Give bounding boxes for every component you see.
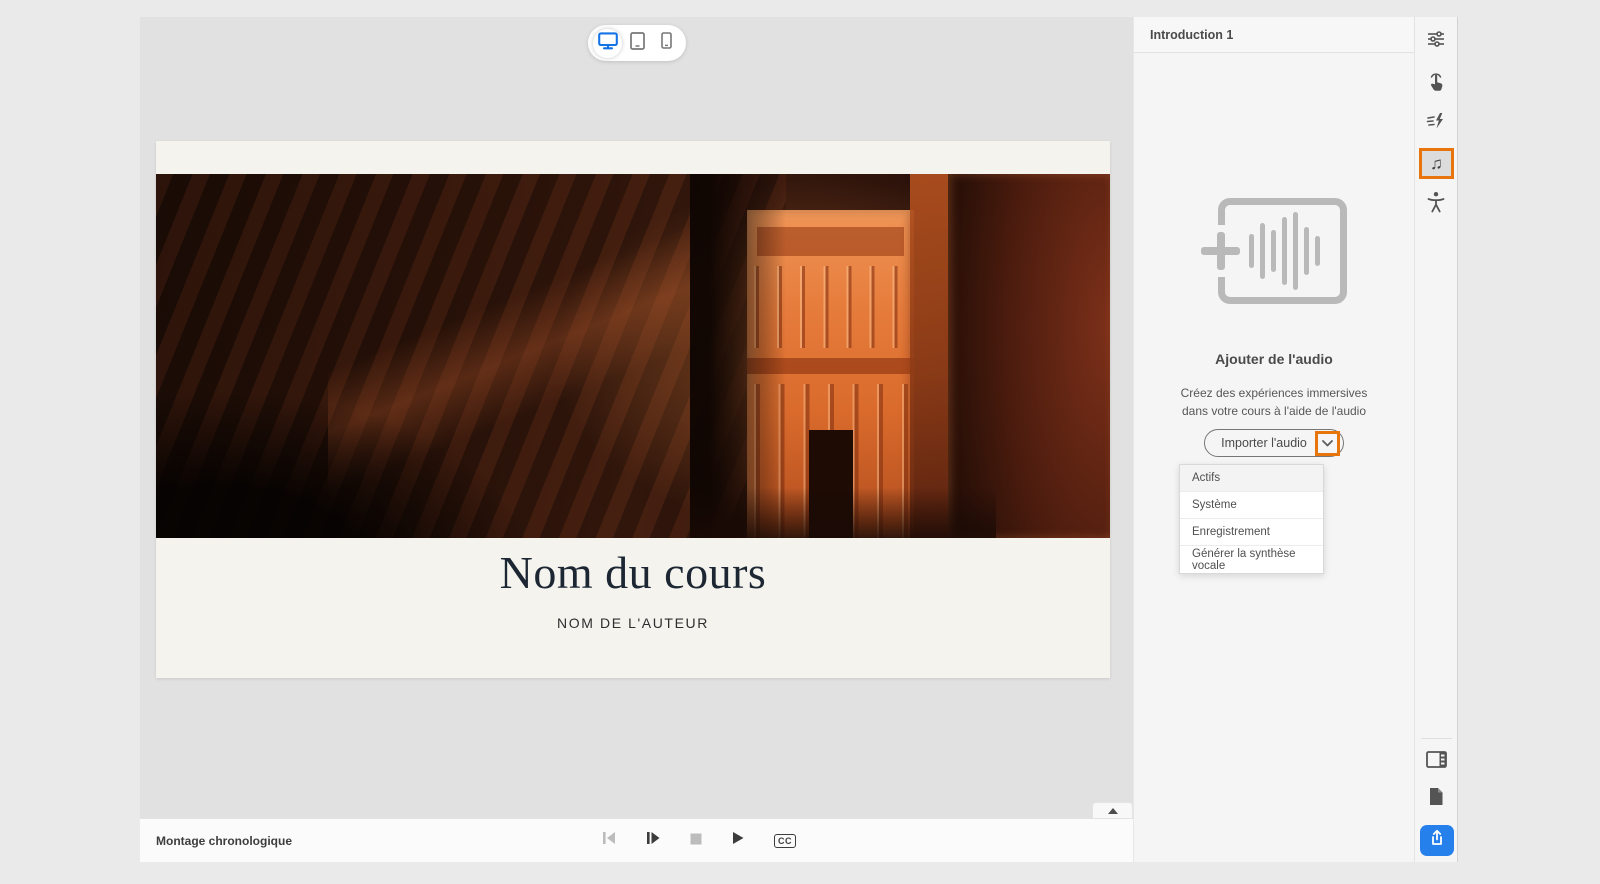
tablet-icon: [629, 31, 645, 55]
accessibility-tool-button[interactable]: [1415, 191, 1457, 218]
device-tablet-button[interactable]: [623, 29, 652, 58]
panel-header-title: Introduction 1: [1134, 17, 1414, 53]
preview-panel-button[interactable]: [1415, 751, 1457, 773]
interaction-hand-icon: [1426, 71, 1446, 98]
closed-captions-button[interactable]: CC: [774, 833, 796, 848]
tool-rail: ♫: [1414, 17, 1458, 862]
playback-controls: CC: [602, 819, 796, 862]
add-audio-title: Ajouter de l'audio: [1215, 351, 1333, 367]
interactions-tool-button[interactable]: [1415, 71, 1457, 98]
slide-preview[interactable]: Nom du cours NOM DE L'AUTEUR: [156, 141, 1110, 678]
notes-page-icon: [1428, 787, 1444, 811]
stop-button[interactable]: [690, 832, 702, 850]
sliders-icon: [1426, 30, 1446, 53]
course-title[interactable]: Nom du cours: [156, 546, 1110, 599]
music-note-icon: ♫: [1430, 154, 1443, 173]
animation-lightning-icon: [1426, 111, 1446, 136]
properties-panel: Introduction 1 Ajouter de l'audio Créez …: [1133, 17, 1414, 862]
canvas-area: Nom du cours NOM DE L'AUTEUR: [140, 17, 1133, 818]
step-forward-button[interactable]: [646, 831, 660, 850]
stop-icon: [690, 832, 702, 850]
add-audio-waveform-icon: [1201, 198, 1347, 304]
closed-captions-icon: CC: [774, 833, 796, 848]
share-button[interactable]: [1420, 825, 1454, 856]
timeline-label: Montage chronologique: [156, 833, 292, 848]
device-desktop-button[interactable]: [593, 28, 622, 58]
skip-back-icon: [602, 831, 616, 850]
step-forward-icon: [646, 831, 660, 850]
share-icon: [1428, 829, 1446, 852]
preview-panel-icon: [1425, 751, 1447, 773]
timeline-bar: Montage chronologique CC: [140, 818, 1133, 862]
menu-item-actifs[interactable]: Actifs: [1180, 465, 1323, 492]
add-audio-description: Créez des expériences immersives dans vo…: [1180, 386, 1368, 418]
play-button[interactable]: [732, 831, 744, 850]
rail-divider: [1421, 738, 1452, 739]
desktop-icon: [597, 31, 618, 55]
menu-item-enregistrement[interactable]: Enregistrement: [1180, 519, 1323, 546]
chevron-up-icon: [1107, 807, 1118, 814]
animations-tool-button[interactable]: [1415, 111, 1457, 136]
device-switcher: [588, 25, 686, 61]
import-audio-button[interactable]: Importer l'audio: [1204, 429, 1344, 457]
import-audio-menu: Actifs Système Enregistrement Générer la…: [1179, 464, 1324, 574]
notes-button[interactable]: [1415, 787, 1457, 811]
skip-back-button[interactable]: [602, 831, 616, 850]
import-audio-label: Importer l'audio: [1221, 436, 1307, 450]
menu-item-systeme[interactable]: Système: [1180, 492, 1323, 519]
chevron-down-icon: [1321, 439, 1333, 446]
play-icon: [732, 831, 744, 850]
audio-tool-button[interactable]: ♫: [1419, 148, 1454, 179]
mobile-icon: [661, 32, 672, 54]
menu-item-synthese-vocale[interactable]: Générer la synthèse vocale: [1180, 546, 1323, 573]
accessibility-icon: [1426, 191, 1446, 218]
import-audio-dropdown-toggle[interactable]: [1314, 430, 1340, 456]
petra-canyon-photo: [156, 174, 1110, 538]
author-name[interactable]: NOM DE L'AUTEUR: [156, 615, 1110, 631]
settings-tool-button[interactable]: [1415, 30, 1457, 53]
device-mobile-button[interactable]: [652, 29, 681, 58]
timeline-expand-tab[interactable]: [1092, 802, 1133, 818]
